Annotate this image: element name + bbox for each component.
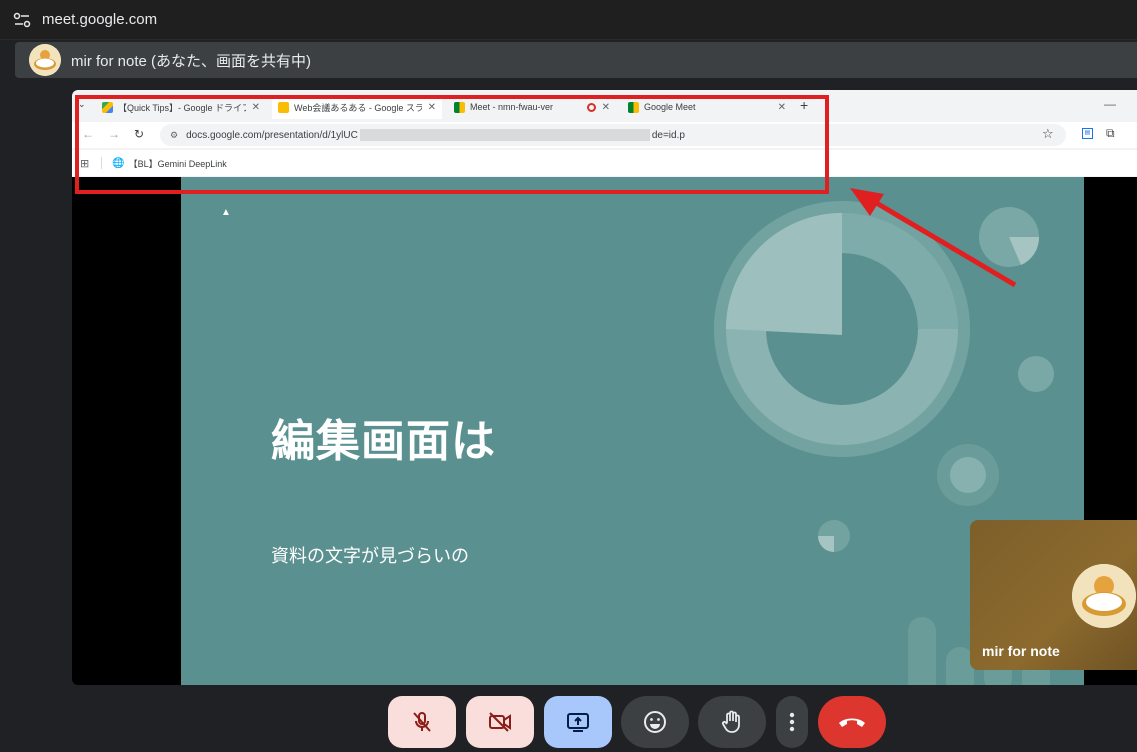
more-vert-icon: [789, 712, 795, 732]
camera-off-button[interactable]: [466, 696, 534, 748]
avatar: [1072, 564, 1136, 628]
present-screen-icon: [567, 713, 589, 732]
site-info-bar: meet.google.com: [0, 0, 1137, 40]
raise-hand-button[interactable]: [698, 696, 766, 748]
bookmark-star-icon[interactable]: ☆: [1042, 126, 1054, 142]
extensions-puzzle-icon[interactable]: ⧉: [1106, 126, 1115, 141]
self-view-tile[interactable]: mir for note: [970, 520, 1137, 670]
mic-off-icon: [413, 712, 431, 732]
videocam-off-icon: [489, 712, 511, 732]
mouse-cursor-icon: ▲: [221, 207, 231, 218]
extension-icon[interactable]: ▤: [1082, 128, 1093, 139]
leave-call-button[interactable]: [818, 696, 886, 748]
tune-icon[interactable]: [12, 10, 32, 30]
emoji-icon: [644, 711, 666, 733]
highlight-box: [75, 95, 829, 194]
slide-title: 編集画面は: [271, 416, 496, 467]
mic-off-button[interactable]: [388, 696, 456, 748]
hand-icon: [721, 710, 740, 733]
minimize-button[interactable]: —: [1104, 97, 1116, 111]
page-url: meet.google.com: [42, 11, 158, 28]
avatar: [29, 44, 61, 76]
participant-name: mir for note: [982, 643, 1060, 659]
presenter-label: mir for note (あなた、画面を共有中): [71, 52, 312, 70]
call-end-icon: [839, 718, 865, 727]
more-options-button[interactable]: [776, 696, 808, 748]
cloud-sun-avatar-icon: [1072, 564, 1136, 628]
present-button[interactable]: [544, 696, 612, 748]
presenting-banner: mir for note (あなた、画面を共有中): [15, 42, 1137, 78]
emoji-button[interactable]: [621, 696, 689, 748]
cloud-sun-avatar-icon: [29, 44, 61, 76]
slide-canvas: ▲ 編集画面は 資料の文字が見づらいの: [181, 177, 1084, 685]
slide-body-text: 資料の文字が見づらいの: [271, 546, 469, 567]
